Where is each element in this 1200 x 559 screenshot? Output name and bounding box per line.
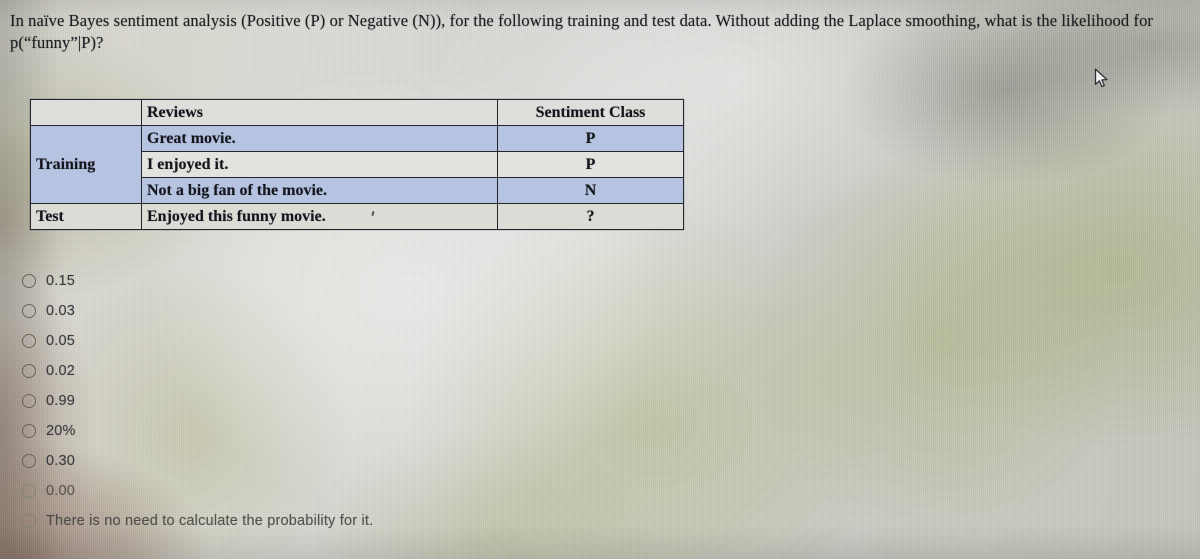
table-header-blank bbox=[30, 99, 142, 126]
table-cell-sentiment: P bbox=[497, 125, 684, 152]
answer-option-label: 20% bbox=[46, 423, 76, 439]
answer-option[interactable]: 0.15 bbox=[22, 266, 542, 296]
radio-button-icon[interactable] bbox=[22, 394, 36, 408]
radio-button-icon[interactable] bbox=[22, 424, 36, 438]
radio-button-icon[interactable] bbox=[22, 274, 36, 288]
table-header-reviews: Reviews bbox=[141, 99, 498, 126]
answer-option-label: 0.00 bbox=[46, 483, 76, 499]
radio-button-icon[interactable] bbox=[22, 304, 36, 318]
answer-option[interactable]: 20% bbox=[22, 416, 542, 446]
answer-option[interactable]: 0.05 bbox=[22, 326, 542, 356]
training-test-data-table: Reviews Sentiment Class Training Great m… bbox=[30, 99, 684, 230]
radio-button-icon[interactable] bbox=[22, 484, 36, 498]
table-cell-review: Enjoyed this funny movie. bbox=[141, 203, 498, 230]
radio-button-icon[interactable] bbox=[22, 364, 36, 378]
table-header-sentiment-class: Sentiment Class bbox=[497, 99, 684, 126]
answer-option-label: 0.15 bbox=[46, 273, 76, 289]
table-cell-review-text: Enjoyed this funny movie. bbox=[147, 207, 326, 225]
table-row: Training Great movie. P bbox=[30, 125, 684, 204]
table-header-row: Reviews Sentiment Class bbox=[30, 99, 684, 126]
table-cell-sentiment: P bbox=[497, 151, 684, 178]
answer-option[interactable]: There is no need to calculate the probab… bbox=[22, 506, 542, 536]
table-cell-review: Not a big fan of the movie. bbox=[141, 177, 498, 204]
answer-option-label: There is no need to calculate the probab… bbox=[46, 513, 374, 529]
table-row: Test Enjoyed this funny movie. ? bbox=[30, 203, 684, 230]
quiz-content: In naïve Bayes sentiment analysis (Posit… bbox=[0, 0, 1200, 559]
answer-option[interactable]: 0.99 bbox=[22, 386, 542, 416]
answer-option[interactable]: 0.00 bbox=[22, 476, 542, 506]
radio-button-icon[interactable] bbox=[22, 514, 36, 528]
answer-option[interactable]: 0.03 bbox=[22, 296, 542, 326]
question-text: In naïve Bayes sentiment analysis (Posit… bbox=[10, 11, 1154, 52]
answer-options-list: 0.15 0.03 0.05 0.02 0.99 20% 0.30 0.00 T… bbox=[22, 266, 542, 536]
answer-option[interactable]: 0.30 bbox=[22, 446, 542, 476]
table-cell-sentiment: N bbox=[497, 177, 684, 204]
answer-option-label: 0.30 bbox=[46, 453, 76, 469]
answer-option[interactable]: 0.02 bbox=[22, 356, 542, 386]
answer-option-label: 0.99 bbox=[46, 393, 76, 409]
table-group-label-test: Test bbox=[30, 203, 142, 230]
answer-option-label: 0.03 bbox=[46, 303, 76, 319]
table-cell-review: Great movie. bbox=[141, 125, 498, 152]
table-cell-review: I enjoyed it. bbox=[141, 151, 498, 178]
quiz-screenshot: In naïve Bayes sentiment analysis (Posit… bbox=[0, 0, 1200, 559]
table-group-label-training: Training bbox=[30, 125, 142, 204]
stray-pen-mark bbox=[371, 210, 375, 216]
answer-option-label: 0.05 bbox=[46, 333, 76, 349]
radio-button-icon[interactable] bbox=[22, 454, 36, 468]
mouse-pointer-icon bbox=[1094, 68, 1108, 88]
answer-option-label: 0.02 bbox=[46, 363, 76, 379]
table-cell-sentiment: ? bbox=[497, 203, 684, 230]
radio-button-icon[interactable] bbox=[22, 334, 36, 348]
